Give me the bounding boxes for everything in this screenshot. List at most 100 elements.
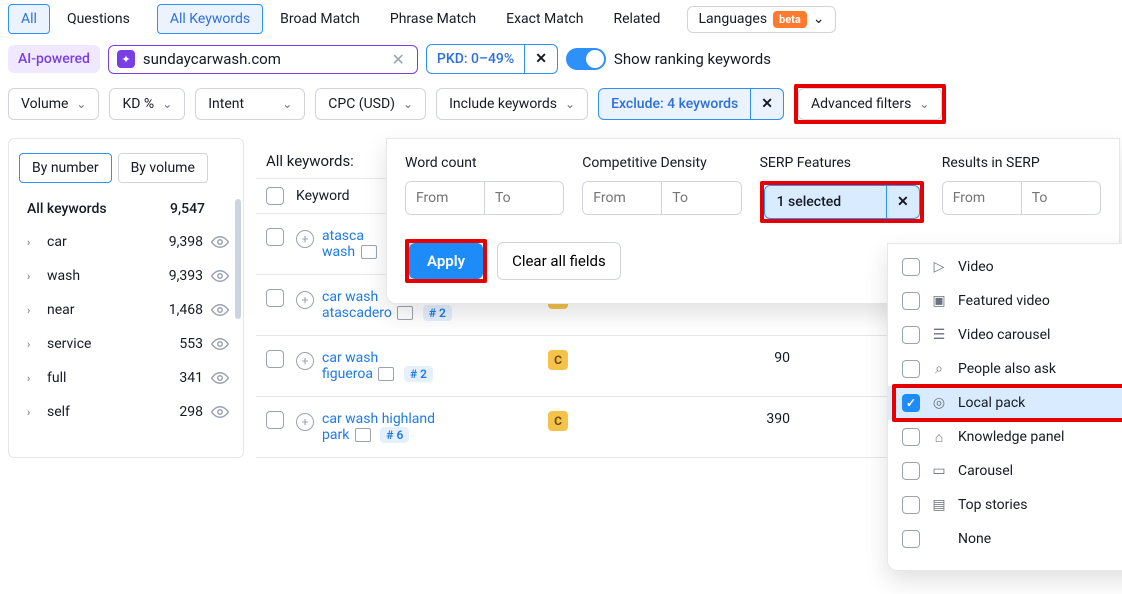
serp-option-video_carousel[interactable]: ☰ Video carousel <box>888 318 1122 352</box>
serp-snapshot-icon[interactable] <box>355 428 371 442</box>
add-keyword-icon[interactable]: + <box>296 291 314 309</box>
row-checkbox[interactable] <box>266 228 284 246</box>
serp-option-none[interactable]: None <box>888 522 1122 556</box>
serp-snapshot-icon[interactable] <box>361 245 377 259</box>
add-keyword-icon[interactable]: + <box>296 352 314 370</box>
serp-features-select[interactable]: 1 selected ✕ <box>764 185 920 219</box>
eye-icon[interactable] <box>211 267 229 285</box>
eye-icon[interactable] <box>211 369 229 387</box>
checkbox[interactable] <box>902 258 920 276</box>
sidebar-item[interactable]: › service 553 <box>9 327 243 361</box>
clear-all-fields-button[interactable]: Clear all fields <box>497 242 621 280</box>
checkbox[interactable] <box>902 530 920 548</box>
sidebar-scrollbar[interactable] <box>235 199 241 319</box>
sidebar-item-count: 9,398 <box>149 234 203 250</box>
checkbox[interactable] <box>902 360 920 378</box>
checkbox[interactable]: ✓ <box>902 394 920 412</box>
advanced-filters-panel: Word count Competitive Density SERP Feat… <box>386 138 1120 304</box>
tab-exact-match[interactable]: Exact Match <box>493 4 596 34</box>
exclude-remove-icon[interactable]: ✕ <box>750 89 783 119</box>
word-count-to[interactable] <box>484 182 562 214</box>
add-keyword-icon[interactable]: + <box>296 230 314 248</box>
sidebar-tab-by-volume[interactable]: By volume <box>118 153 208 183</box>
eye-icon[interactable] <box>211 335 229 353</box>
results-in-serp-label: Results in SERP <box>942 155 1101 171</box>
checkbox[interactable] <box>902 496 920 514</box>
tab-phrase-match[interactable]: Phrase Match <box>377 4 489 34</box>
tab-all-keywords[interactable]: All Keywords <box>157 4 263 34</box>
sidebar-item[interactable]: › car 9,398 <box>9 225 243 259</box>
chevron-right-icon: › <box>27 372 39 385</box>
languages-dropdown[interactable]: Languages beta ⌄ <box>687 6 835 33</box>
row-checkbox[interactable] <box>266 289 284 307</box>
apply-button[interactable]: Apply <box>409 243 483 279</box>
results-from[interactable] <box>943 182 1021 214</box>
comp-density-to[interactable] <box>661 182 739 214</box>
pkd-label: PKD: 0–49% <box>427 45 524 73</box>
serp-option-video[interactable]: ▷ Video <box>888 250 1122 284</box>
serp-option-label: Local pack <box>958 395 1025 411</box>
intent-badge: C <box>548 411 568 431</box>
sidebar-tab-by-number[interactable]: By number <box>19 153 112 183</box>
intent-filter[interactable]: Intent⌄ <box>195 88 305 120</box>
checkbox[interactable] <box>902 462 920 480</box>
exclude-keywords-chip[interactable]: Exclude: 4 keywords ✕ <box>598 88 784 120</box>
featured_video-icon: ▣ <box>930 292 948 310</box>
volume-filter[interactable]: Volume⌄ <box>8 88 99 120</box>
comp-density-range[interactable] <box>582 181 741 215</box>
domain-input[interactable] <box>143 50 380 68</box>
advanced-filters-button[interactable]: Advanced filters⌄ <box>798 88 942 120</box>
checkbox[interactable] <box>902 292 920 310</box>
serp-option-knowledge_panel[interactable]: ⌂ Knowledge panel <box>888 420 1122 454</box>
tab-questions[interactable]: Questions <box>54 4 143 34</box>
sidebar-all-keywords[interactable]: All keywords 9,547 <box>9 193 243 225</box>
pkd-filter-chip[interactable]: PKD: 0–49% ✕ <box>426 44 558 74</box>
sidebar-all-label: All keywords <box>27 201 143 217</box>
results-to[interactable] <box>1021 182 1099 214</box>
serp-option-local_pack[interactable]: ✓ ◎ Local pack <box>888 386 1122 420</box>
include-keywords-filter[interactable]: Include keywords⌄ <box>436 88 588 120</box>
word-count-label: Word count <box>405 155 564 171</box>
select-all-checkbox[interactable] <box>266 187 284 205</box>
results-range[interactable] <box>942 181 1101 215</box>
clear-domain-icon[interactable]: ✕ <box>388 50 409 69</box>
comp-density-from[interactable] <box>583 182 661 214</box>
serp-option-label: Featured video <box>958 293 1050 309</box>
eye-icon[interactable] <box>211 403 229 421</box>
checkbox[interactable] <box>902 428 920 446</box>
video_carousel-icon: ☰ <box>930 326 948 344</box>
kd-filter[interactable]: KD %⌄ <box>109 88 185 120</box>
eye-icon[interactable] <box>211 301 229 319</box>
serp-option-people_also_ask[interactable]: ⌕ People also ask <box>888 352 1122 386</box>
serp-option-carousel[interactable]: ▭ Carousel <box>888 454 1122 488</box>
domain-input-wrap[interactable]: ✦ ✕ <box>108 45 418 74</box>
add-keyword-icon[interactable]: + <box>296 413 314 431</box>
tab-broad-match[interactable]: Broad Match <box>267 4 373 34</box>
pkd-remove-icon[interactable]: ✕ <box>524 45 557 73</box>
keyword-link[interactable]: car wash highland park # 6 <box>322 411 435 443</box>
sidebar-item[interactable]: › near 1,468 <box>9 293 243 327</box>
row-checkbox[interactable] <box>266 350 284 368</box>
tab-all[interactable]: All <box>8 4 50 34</box>
checkbox[interactable] <box>902 326 920 344</box>
word-count-from[interactable] <box>406 182 484 214</box>
sidebar-item-label: self <box>47 404 141 420</box>
serp-snapshot-icon[interactable] <box>397 306 413 320</box>
serp-option-top_stories[interactable]: ▤ Top stories <box>888 488 1122 522</box>
sidebar-item[interactable]: › wash 9,393 <box>9 259 243 293</box>
show-ranking-toggle[interactable] <box>566 48 606 70</box>
keyword-link[interactable]: car wash figueroa # 2 <box>322 350 433 382</box>
chevron-down-icon: ⌄ <box>282 97 292 111</box>
people_also_ask-icon: ⌕ <box>930 360 948 378</box>
cpc-filter[interactable]: CPC (USD)⌄ <box>315 88 426 120</box>
serp-option-featured_video[interactable]: ▣ Featured video <box>888 284 1122 318</box>
sidebar-all-count: 9,547 <box>151 201 205 217</box>
serp-snapshot-icon[interactable] <box>378 367 394 381</box>
tab-related[interactable]: Related <box>600 4 673 34</box>
sidebar-item[interactable]: › self 298 <box>9 395 243 429</box>
row-checkbox[interactable] <box>266 411 284 429</box>
serp-clear-icon[interactable]: ✕ <box>886 186 919 218</box>
word-count-range[interactable] <box>405 181 564 215</box>
eye-icon[interactable] <box>211 233 229 251</box>
sidebar-item[interactable]: › full 341 <box>9 361 243 395</box>
